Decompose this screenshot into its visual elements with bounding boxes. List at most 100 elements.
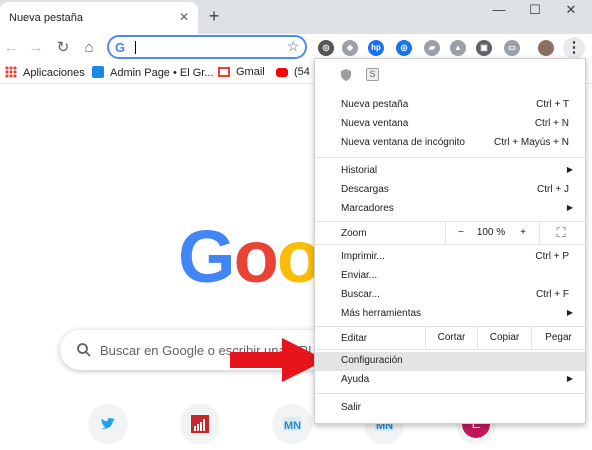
menu-item-enviar[interactable]: Enviar...: [315, 267, 585, 286]
mn-logo-icon: MN: [283, 417, 301, 432]
google-g-icon: G: [115, 40, 126, 55]
menu-item-label: Marcadores: [341, 203, 394, 214]
menu-item-incognito[interactable]: Nueva ventana de incógnito Ctrl + Mayús …: [315, 134, 585, 153]
minimize-button[interactable]: —: [484, 0, 514, 22]
circle-ext-extension-icon[interactable]: ◎: [396, 40, 412, 56]
profile-avatar[interactable]: [538, 40, 554, 56]
window-close-button[interactable]: ✕: [556, 0, 586, 22]
menu-item-historial[interactable]: Historial ▶: [315, 162, 585, 181]
fullscreen-icon[interactable]: ⛶: [549, 222, 573, 244]
zoom-level: 100 %: [476, 227, 506, 238]
cast-extension-icon[interactable]: ▭: [504, 40, 520, 56]
menu-item-nueva-ventana[interactable]: Nueva ventana Ctrl + N: [315, 115, 585, 134]
copy-button[interactable]: Copiar: [477, 327, 531, 349]
menu-item-imprimir[interactable]: Imprimir... Ctrl + P: [315, 248, 585, 267]
s-extension-icon[interactable]: S: [366, 68, 379, 81]
submenu-arrow-icon: ▶: [566, 374, 573, 383]
home-button[interactable]: ⌂: [78, 37, 100, 59]
menu-item-label: Salir: [341, 402, 362, 413]
chrome-menu-button[interactable]: ⋮: [563, 37, 585, 59]
menu-item-label: Historial: [341, 165, 378, 176]
submenu-arrow-icon: ▶: [566, 203, 573, 212]
logo-letter: G: [178, 215, 236, 298]
chrome-main-menu: S Nueva pestaña Ctrl + T Nueva ventana C…: [314, 58, 586, 424]
twitter-icon: [101, 418, 115, 429]
text-caret: [135, 41, 136, 54]
dropbox-extension-icon[interactable]: ◆: [342, 40, 358, 56]
menu-item-shortcut: Ctrl + Mayús + N: [493, 137, 569, 148]
red-arrow-annotation: [230, 338, 326, 382]
new-tab-button[interactable]: +: [204, 6, 224, 26]
menu-item-label: Nueva ventana de incógnito: [341, 137, 465, 148]
shortcut-mn-1[interactable]: MN: [272, 404, 312, 444]
maximize-button[interactable]: ☐: [520, 0, 550, 22]
bookmark-label: Gmail: [236, 66, 265, 78]
bookmark-label: (54: [294, 66, 310, 78]
zoom-in-button[interactable]: +: [513, 222, 533, 244]
address-bar[interactable]: G ☆: [107, 35, 307, 59]
puzzle-extension-icon[interactable]: ◎: [318, 40, 334, 56]
paste-button[interactable]: Pegar: [531, 327, 585, 349]
search-icon: [77, 343, 91, 357]
bookmark-youtube[interactable]: (54: [276, 66, 310, 82]
menu-separator: [315, 157, 585, 158]
submenu-arrow-icon: ▶: [566, 165, 573, 174]
zoom-out-button[interactable]: −: [451, 222, 471, 244]
menu-item-label: Buscar...: [341, 289, 380, 300]
google-logo: Goo: [178, 214, 322, 299]
menu-separator: [315, 349, 585, 350]
tab-close-icon[interactable]: ✕: [176, 9, 192, 25]
menu-item-shortcut: Ctrl + N: [534, 118, 569, 129]
forward-button[interactable]: →: [25, 37, 47, 59]
back-button[interactable]: ←: [0, 37, 22, 59]
bookmark-label: Aplicaciones: [23, 67, 85, 79]
shortcut-twitter[interactable]: [88, 404, 128, 444]
menu-item-shortcut: Ctrl + J: [537, 184, 569, 195]
menu-item-label: Ayuda: [341, 374, 370, 385]
bookmark-apps[interactable]: Aplicaciones: [5, 66, 85, 82]
logo-letter: o: [233, 215, 279, 298]
bookmark-gmail[interactable]: Gmail: [218, 66, 265, 82]
menu-item-configuracion[interactable]: Configuración: [315, 352, 585, 371]
menu-item-label: Enviar...: [341, 270, 378, 281]
menu-item-mas-herramientas[interactable]: Más herramientas ▶: [315, 305, 585, 324]
menu-item-label: Más herramientas: [341, 308, 422, 319]
shortcut-stats[interactable]: [180, 404, 220, 444]
tab-strip: Nueva pestaña ✕ + — ☐ ✕: [0, 0, 592, 34]
menu-item-salir[interactable]: Salir: [315, 399, 585, 418]
cut-button[interactable]: Cortar: [425, 327, 477, 349]
menu-item-marcadores[interactable]: Marcadores ▶: [315, 200, 585, 219]
menu-item-shortcut: Ctrl + T: [536, 99, 569, 110]
menu-item-nueva-pestana[interactable]: Nueva pestaña Ctrl + T: [315, 96, 585, 115]
bookmark-label: Admin Page • El Gr...: [110, 67, 214, 79]
tag-extension-icon[interactable]: ▰: [424, 40, 440, 56]
menu-zoom-row: Zoom − 100 % + ⛶: [315, 222, 585, 244]
apps-grid-icon: [5, 66, 17, 78]
bookmark-star-icon[interactable]: ☆: [287, 38, 300, 55]
menu-item-ayuda[interactable]: Ayuda ▶: [315, 371, 585, 390]
shield-extension-icon[interactable]: [341, 69, 351, 81]
bookmark-admin-page[interactable]: Admin Page • El Gr...: [92, 66, 214, 82]
menu-item-shortcut: Ctrl + P: [535, 251, 569, 262]
menu-separator: [315, 393, 585, 394]
menu-item-label: Editar: [341, 333, 368, 344]
drive-extension-icon[interactable]: ▲: [450, 40, 466, 56]
menu-item-label: Descargas: [341, 184, 389, 195]
gmail-icon: [218, 67, 230, 77]
menu-item-label: Zoom: [341, 228, 367, 239]
menu-item-label: Configuración: [341, 355, 403, 366]
menu-item-shortcut: Ctrl + F: [535, 289, 569, 300]
hp-extension-icon[interactable]: hp: [368, 40, 384, 56]
menu-item-descargas[interactable]: Descargas Ctrl + J: [315, 181, 585, 200]
menu-item-buscar[interactable]: Buscar... Ctrl + F: [315, 286, 585, 305]
tab-nueva-pestana[interactable]: Nueva pestaña ✕: [0, 2, 198, 34]
svg-text:MN: MN: [284, 420, 301, 432]
menu-item-label: Nueva pestaña: [341, 99, 409, 110]
stats-icon: [191, 415, 209, 433]
zoom-divider: [445, 222, 446, 244]
reload-button[interactable]: ↻: [52, 37, 74, 59]
youtube-icon: [276, 68, 288, 77]
pip-extension-icon[interactable]: ▣: [476, 40, 492, 56]
menu-separator: [315, 244, 585, 245]
menu-edit-row: Editar Cortar Copiar Pegar: [315, 327, 585, 349]
